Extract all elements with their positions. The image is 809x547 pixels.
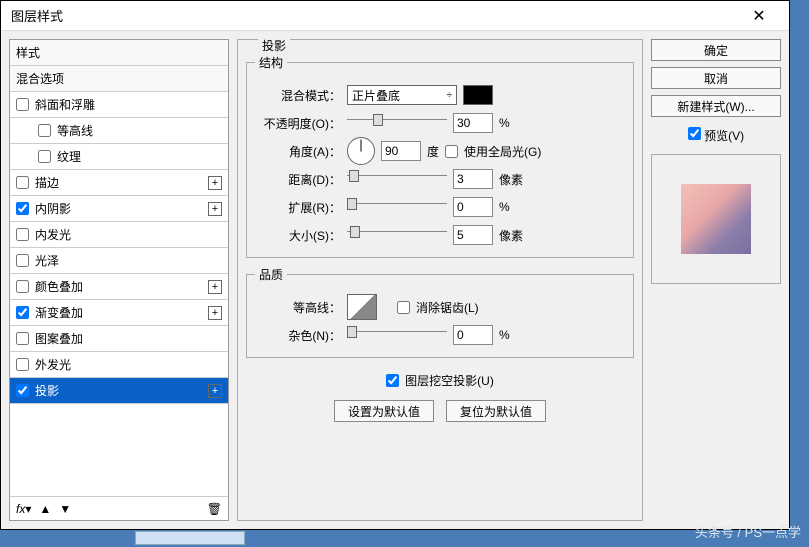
- global-light-checkbox[interactable]: [445, 145, 458, 158]
- cancel-button[interactable]: 取消: [651, 67, 781, 89]
- down-icon[interactable]: ▼: [59, 502, 71, 516]
- trash-icon[interactable]: 🗑: [207, 502, 222, 516]
- distance-slider[interactable]: [347, 175, 447, 191]
- plus-icon[interactable]: +: [208, 202, 222, 216]
- noise-input[interactable]: [453, 325, 493, 345]
- quality-group: 品质 等高线： 消除锯齿(L) 杂色(N)： %: [246, 266, 634, 358]
- shadow-color-swatch[interactable]: [463, 85, 493, 105]
- style-item-label: 等高线: [57, 122, 222, 139]
- fx-icon[interactable]: fx▾: [16, 502, 31, 516]
- panel-title: 投影: [258, 37, 290, 54]
- contour-label: 等高线：: [255, 299, 341, 316]
- style-item-7[interactable]: 颜色叠加+: [10, 274, 228, 300]
- style-item-label: 颜色叠加: [35, 278, 208, 295]
- structure-group: 结构 混合模式： 正片叠底÷ 不透明度(O)： % 角度(A)：: [246, 54, 634, 258]
- close-icon[interactable]: ✕: [739, 6, 779, 26]
- plus-icon[interactable]: +: [208, 280, 222, 294]
- style-item-label: 斜面和浮雕: [35, 96, 222, 113]
- style-item-2[interactable]: 纹理: [10, 144, 228, 170]
- style-item-label: 内发光: [35, 226, 222, 243]
- reset-default-button[interactable]: 复位为默认值: [446, 400, 546, 422]
- ok-button[interactable]: 确定: [651, 39, 781, 61]
- dialog-title: 图层样式: [11, 6, 739, 25]
- size-input[interactable]: [453, 225, 493, 245]
- style-item-3[interactable]: 描边+: [10, 170, 228, 196]
- plus-icon[interactable]: +: [208, 384, 222, 398]
- style-list: 样式 混合选项 斜面和浮雕等高线纹理描边+内阴影+内发光光泽颜色叠加+渐变叠加+…: [9, 39, 229, 521]
- bottom-strip: [135, 531, 245, 545]
- noise-label: 杂色(N)：: [255, 327, 341, 344]
- distance-label: 距离(D)：: [255, 171, 341, 188]
- preview-checkbox[interactable]: [688, 127, 701, 140]
- plus-icon[interactable]: +: [208, 306, 222, 320]
- make-default-button[interactable]: 设置为默认值: [334, 400, 434, 422]
- style-item-label: 图案叠加: [35, 330, 222, 347]
- preview-box: [651, 154, 781, 284]
- style-item-label: 投影: [35, 382, 208, 399]
- preview-swatch: [681, 184, 751, 254]
- style-item-checkbox[interactable]: [38, 124, 51, 137]
- noise-slider[interactable]: [347, 331, 447, 347]
- style-item-checkbox[interactable]: [16, 280, 29, 293]
- opacity-input[interactable]: [453, 113, 493, 133]
- stylelist-header-blend[interactable]: 混合选项: [10, 66, 228, 92]
- size-slider[interactable]: [347, 231, 447, 247]
- style-item-checkbox[interactable]: [16, 98, 29, 111]
- chevron-down-icon: ÷: [447, 90, 453, 101]
- style-item-0[interactable]: 斜面和浮雕: [10, 92, 228, 118]
- right-column: 确定 取消 新建样式(W)... 预览(V): [651, 39, 781, 521]
- style-item-11[interactable]: 投影+: [10, 378, 228, 404]
- style-item-checkbox[interactable]: [16, 176, 29, 189]
- new-style-button[interactable]: 新建样式(W)...: [651, 95, 781, 117]
- style-item-5[interactable]: 内发光: [10, 222, 228, 248]
- antialias-label: 消除锯齿(L): [416, 299, 479, 316]
- style-item-6[interactable]: 光泽: [10, 248, 228, 274]
- style-item-label: 描边: [35, 174, 208, 191]
- angle-input[interactable]: [381, 141, 421, 161]
- size-label: 大小(S)：: [255, 227, 341, 244]
- style-item-checkbox[interactable]: [16, 332, 29, 345]
- plus-icon[interactable]: +: [208, 176, 222, 190]
- style-item-1[interactable]: 等高线: [10, 118, 228, 144]
- style-item-label: 纹理: [57, 148, 222, 165]
- style-item-9[interactable]: 图案叠加: [10, 326, 228, 352]
- watermark: 头条号 / PS一点学: [695, 522, 801, 541]
- antialias-checkbox[interactable]: [397, 301, 410, 314]
- style-item-label: 外发光: [35, 356, 222, 373]
- style-item-checkbox[interactable]: [16, 202, 29, 215]
- opacity-slider[interactable]: [347, 119, 447, 135]
- style-item-checkbox[interactable]: [16, 228, 29, 241]
- stylelist-footer: fx▾ ▲ ▼ 🗑: [10, 496, 228, 520]
- style-item-checkbox[interactable]: [16, 384, 29, 397]
- knockout-checkbox[interactable]: [386, 374, 399, 387]
- preview-label: 预览(V): [704, 129, 744, 143]
- spread-input[interactable]: [453, 197, 493, 217]
- titlebar: 图层样式 ✕: [1, 1, 789, 31]
- global-light-label: 使用全局光(G): [464, 143, 541, 160]
- up-icon[interactable]: ▲: [39, 502, 51, 516]
- angle-dial[interactable]: [347, 137, 375, 165]
- style-item-checkbox[interactable]: [16, 358, 29, 371]
- style-item-checkbox[interactable]: [16, 306, 29, 319]
- style-item-checkbox[interactable]: [38, 150, 51, 163]
- style-item-label: 光泽: [35, 252, 222, 269]
- opacity-label: 不透明度(O)：: [255, 115, 341, 132]
- style-item-checkbox[interactable]: [16, 254, 29, 267]
- layer-style-dialog: 图层样式 ✕ 样式 混合选项 斜面和浮雕等高线纹理描边+内阴影+内发光光泽颜色叠…: [0, 0, 790, 530]
- style-item-label: 内阴影: [35, 200, 208, 217]
- style-item-10[interactable]: 外发光: [10, 352, 228, 378]
- blend-mode-select[interactable]: 正片叠底÷: [347, 85, 457, 105]
- blend-mode-label: 混合模式：: [255, 87, 341, 104]
- style-item-4[interactable]: 内阴影+: [10, 196, 228, 222]
- knockout-label: 图层挖空投影(U): [405, 372, 494, 389]
- stylelist-header-styles[interactable]: 样式: [10, 40, 228, 66]
- style-item-8[interactable]: 渐变叠加+: [10, 300, 228, 326]
- style-item-label: 渐变叠加: [35, 304, 208, 321]
- spread-label: 扩展(R)：: [255, 199, 341, 216]
- spread-slider[interactable]: [347, 203, 447, 219]
- contour-picker[interactable]: [347, 294, 377, 320]
- distance-input[interactable]: [453, 169, 493, 189]
- settings-panel: 投影 结构 混合模式： 正片叠底÷ 不透明度(O)： %: [237, 39, 643, 521]
- angle-label: 角度(A)：: [255, 143, 341, 160]
